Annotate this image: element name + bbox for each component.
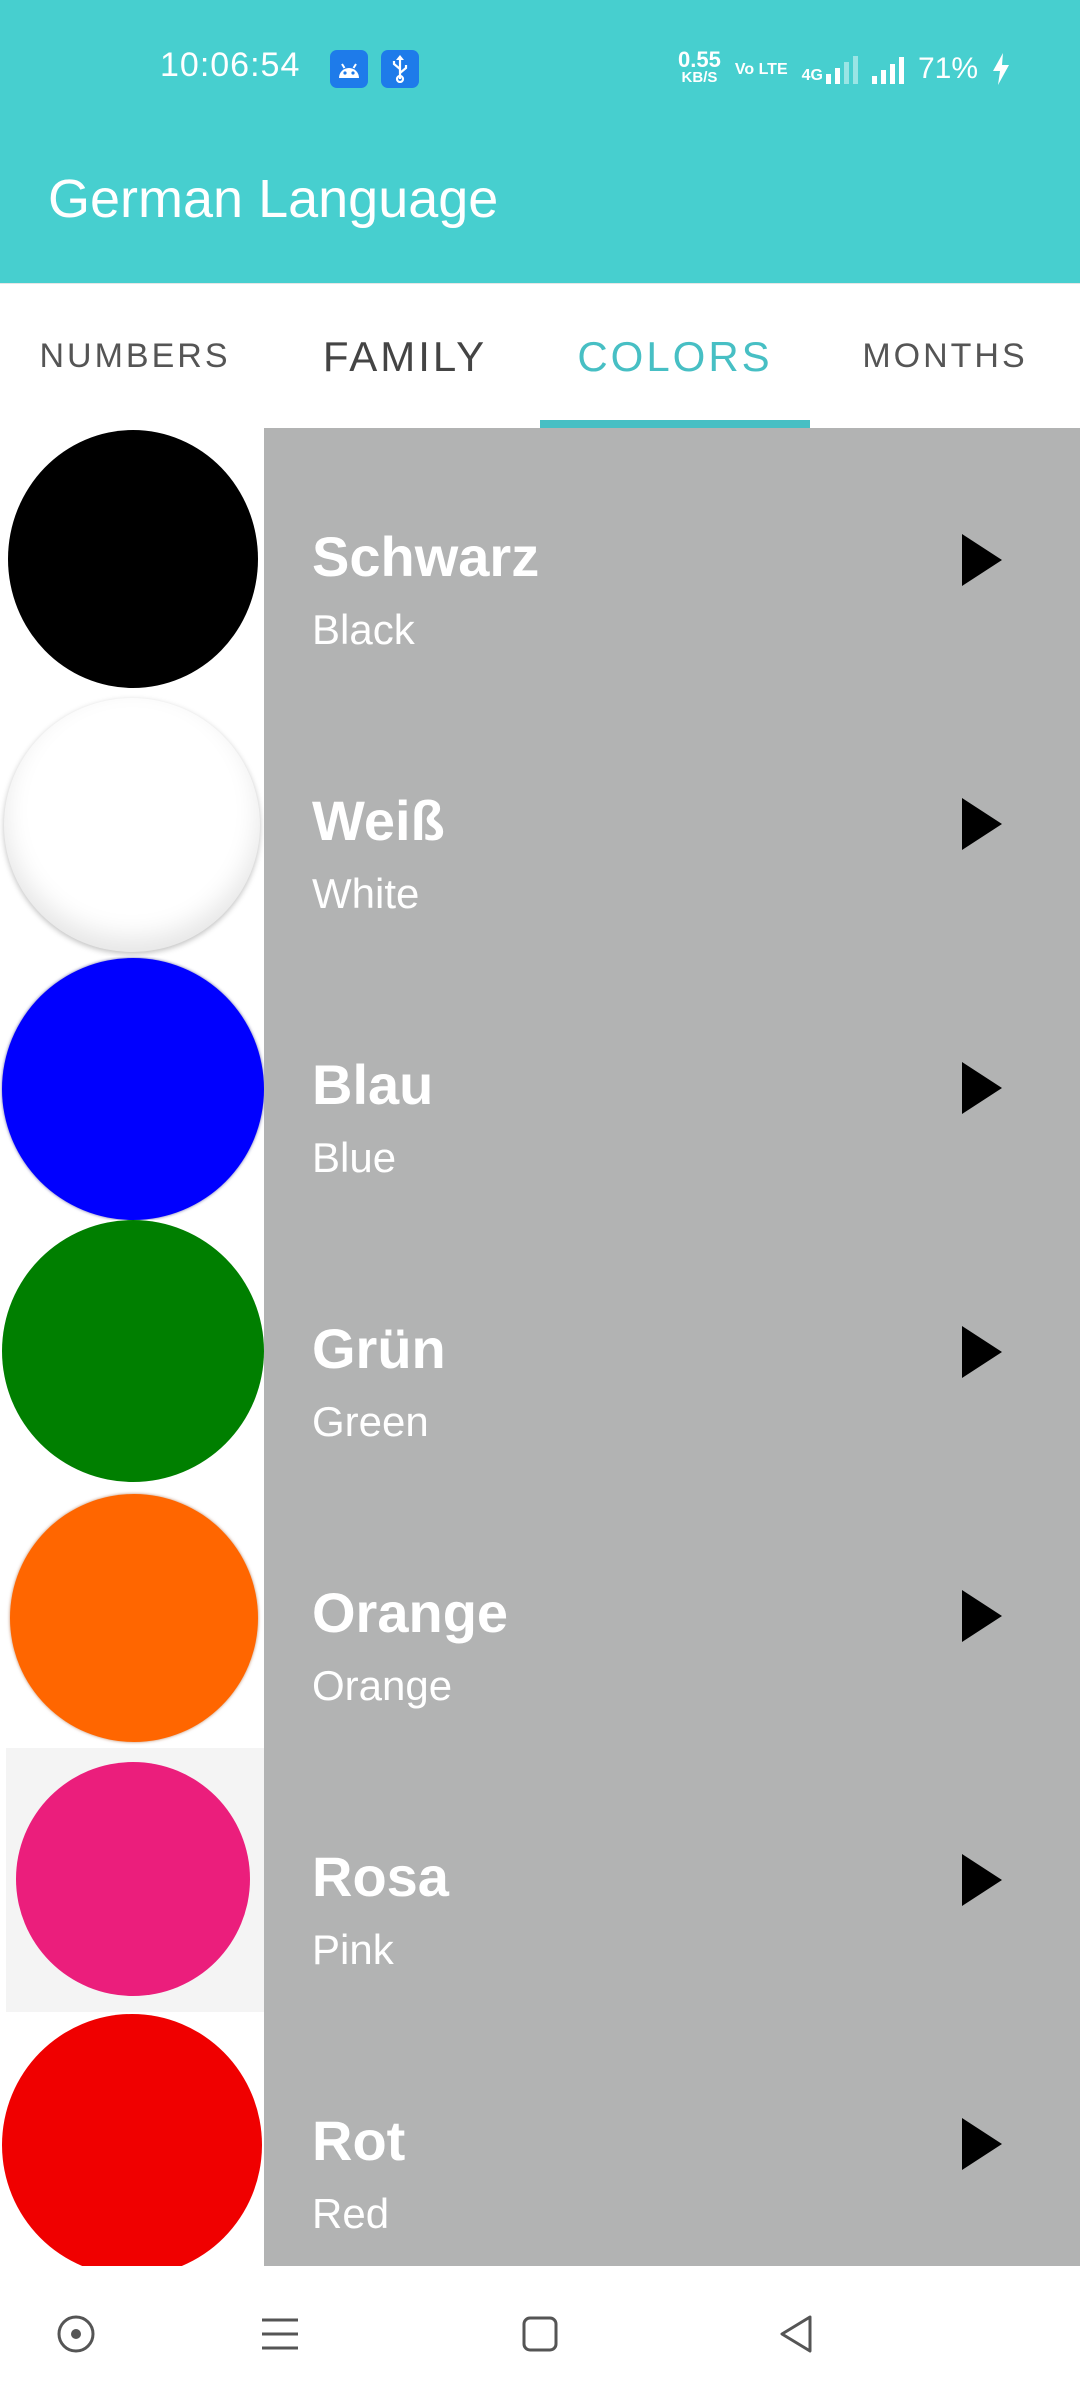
list-item[interactable]: Rosa Pink [0,1748,1080,2012]
swatch-cell [0,692,264,956]
android-icon [330,50,368,88]
assistant-icon[interactable] [46,2304,106,2364]
swatch-cell [6,1748,264,2012]
german-word: Schwarz [312,525,540,588]
network-4g-icon: 4G [802,54,858,84]
status-indicators: 0.55 KB/S Vo LTE 4G 71% [678,46,1010,92]
tab-bar: Numbers Family Colors Months [0,283,1080,428]
color-swatch-orange [10,1494,258,1742]
volte-indicator: Vo LTE [734,60,788,78]
battery-level: 71% [917,52,978,85]
word-panel: Rot Red [264,2012,1080,2266]
swatch-cell [0,1484,264,1748]
back-icon[interactable] [766,2304,826,2364]
word-panel: Rosa Pink [264,1748,1080,2012]
home-icon[interactable] [510,2304,570,2364]
play-icon[interactable] [954,532,1010,588]
play-icon[interactable] [954,1852,1010,1908]
english-word: Pink [312,1926,394,1973]
swatch-cell [0,2012,264,2266]
word-panel: Blau Blue [264,956,1080,1220]
word-panel: Schwarz Black [264,428,1080,692]
word-panel: Orange Orange [264,1484,1080,1748]
signal-icon [871,54,904,84]
status-time: 10:06:54 [160,46,301,84]
list-item[interactable]: Weiß White [0,692,1080,956]
color-swatch-pink [16,1762,250,1996]
navigation-bar [0,2266,1080,2400]
german-word: Weiß [312,789,445,852]
german-word: Blau [312,1053,434,1116]
word-panel: Grün Green [264,1220,1080,1484]
german-word: Grün [312,1317,446,1380]
menu-icon[interactable] [250,2304,310,2364]
english-word: Red [312,2190,390,2237]
english-word: Orange [312,1662,453,1709]
usb-icon [381,50,419,88]
swatch-cell [0,1220,264,1484]
list-item[interactable]: Grün Green [0,1220,1080,1484]
charging-icon [993,53,1009,85]
play-icon[interactable] [954,1588,1010,1644]
list-item[interactable]: Blau Blue [0,956,1080,1220]
color-swatch-black [8,430,258,688]
swatch-cell [0,428,264,692]
color-swatch-green [2,1220,264,1482]
play-icon[interactable] [954,796,1010,852]
net-speed: 0.55 KB/S [678,47,721,87]
color-swatch-blue [2,958,264,1220]
color-list: Schwarz Black Weiß White Blau Blue Grün … [0,428,1080,2266]
list-item[interactable]: Orange Orange [0,1484,1080,1748]
play-icon[interactable] [954,2116,1010,2172]
english-word: White [312,870,420,917]
play-icon[interactable] [954,1060,1010,1116]
app-title: German Language [48,169,499,229]
tab-family[interactable]: Family [270,284,540,429]
word-panel: Weiß White [264,692,1080,956]
english-word: Black [312,606,415,653]
app-screen: 10:06:54 0.55 KB/S Vo LTE 4G 71% German … [0,0,1080,2400]
english-word: Blue [312,1134,397,1181]
play-icon[interactable] [954,1324,1010,1380]
signal-icon [825,54,858,84]
app-bar: German Language [0,138,1080,283]
color-swatch-white [4,698,260,952]
german-word: Orange [312,1581,509,1644]
tab-months[interactable]: Months [810,284,1080,429]
active-tab-indicator [540,420,810,428]
german-word: Rosa [312,1845,449,1908]
english-word: Green [312,1398,429,1445]
swatch-cell [0,956,264,1220]
list-item[interactable]: Schwarz Black [0,428,1080,692]
list-item[interactable]: Rot Red [0,2012,1080,2266]
tab-numbers[interactable]: Numbers [0,284,270,429]
status-bar: 10:06:54 0.55 KB/S Vo LTE 4G 71% [0,0,1080,138]
german-word: Rot [312,2109,406,2172]
tab-colors[interactable]: Colors [540,284,810,429]
color-swatch-red [2,2014,262,2266]
